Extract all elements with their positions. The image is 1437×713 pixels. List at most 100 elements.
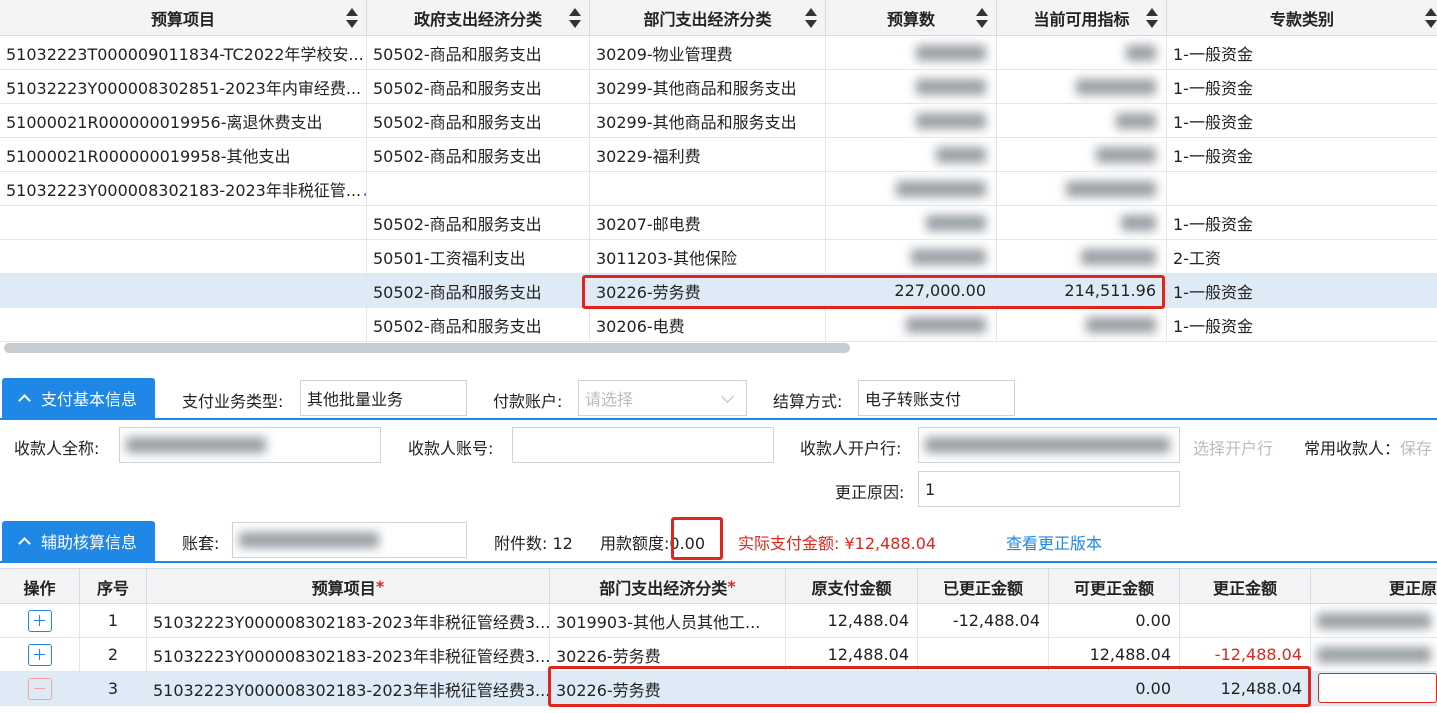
table-row[interactable]: 1 51032223Y000008302183-2023年非税征管经费3... … (0, 604, 1437, 638)
redacted-value (1126, 44, 1156, 61)
col-header-fund-type[interactable]: 专款类别 (1167, 0, 1437, 36)
cell-action (0, 638, 80, 671)
section-divider (0, 418, 1437, 420)
cell-index: 2 (80, 638, 147, 671)
cell-available (997, 138, 1167, 171)
cell-fund-type: 1-一般资金 (1173, 44, 1253, 64)
col-header-correction-reason: 更正原 (1388, 578, 1437, 598)
cell-project: 51032223Y000008302851-2023年内审经费... (0, 70, 367, 103)
payee-name-field[interactable] (119, 427, 381, 463)
chevron-down-icon (721, 390, 734, 403)
label-settle-method: 结算方式: (773, 392, 843, 411)
col-header-project[interactable]: 预算项目 (0, 0, 367, 36)
cell-project: 51000021R000000019956-离退休费支出 (0, 104, 367, 137)
table-row-selected[interactable]: 3 51032223Y000008302183-2023年非税征管经费3... … (0, 672, 1437, 706)
col-header-budget[interactable]: 预算数 (826, 0, 997, 36)
table-row[interactable]: 51000021R000000019958-其他支出 50502-商品和服务支出… (0, 138, 1437, 172)
settle-method-field[interactable]: 电子转账支付 (858, 380, 1015, 416)
select-bank-link[interactable]: 选择开户行 (1193, 435, 1273, 459)
cell-correctable-amount: 12,488.04 (1049, 638, 1180, 671)
cell-correction-amount[interactable]: 12,488.04 (1180, 672, 1311, 705)
ledger-field[interactable] (232, 522, 467, 558)
table-row[interactable]: 50501-工资福利支出 3011203-其他保险 2-工资 (0, 240, 1437, 274)
tab-pay-basic-info[interactable]: 支付基本信息 (2, 378, 155, 418)
sort-icon[interactable] (1425, 8, 1437, 28)
horizontal-scrollbar[interactable] (4, 343, 850, 353)
table-row[interactable]: 51032223Y000008302851-2023年内审经费... 50502… (0, 70, 1437, 104)
cell-project: 51032223T000009011834-TC2022年学校安... (0, 36, 367, 69)
cell-orig-amount: 12,488.04 (786, 638, 918, 671)
cell-fund-type: 1-一般资金 (1173, 282, 1253, 302)
label-correction-reason: 更正原因: (835, 483, 905, 502)
table-row[interactable]: 51032223T000009011834-TC2022年学校安... 5050… (0, 36, 1437, 70)
cell-available (997, 172, 1167, 205)
view-versions-link[interactable]: 查看更正版本 (1006, 530, 1102, 554)
label-payee-name: 收款人全称: (14, 439, 100, 458)
redacted-value (916, 44, 986, 61)
cell-available (997, 104, 1167, 137)
col-header-dept-class[interactable]: 部门支出经济分类 (590, 0, 826, 36)
sort-icon[interactable] (569, 8, 581, 28)
redacted-value (1317, 612, 1431, 629)
cell-dept-class: 3011203-其他保险 (590, 240, 826, 273)
cell-budget (826, 308, 997, 341)
pay-account-select[interactable]: 请选择 (578, 380, 747, 416)
redacted-value (925, 437, 1170, 453)
col-header-action: 操作 (0, 569, 80, 604)
payee-bank-field[interactable] (918, 427, 1180, 463)
cell-budget (826, 138, 997, 171)
sort-icon[interactable] (346, 8, 358, 28)
biz-type-field[interactable]: 其他批量业务 (300, 380, 467, 416)
attachment-count: 附件数: 12 (494, 534, 573, 553)
cell-budget: 227,000.00 (826, 274, 997, 307)
cell-correction-reason (1311, 604, 1437, 637)
cell-gov-class: 50501-工资福利支出 (367, 240, 590, 273)
cell-dept-class (590, 172, 826, 205)
table-row[interactable]: 50502-商品和服务支出 30206-电费 1-一般资金 (0, 308, 1437, 342)
table-row[interactable]: 2 51032223Y000008302183-2023年非税征管经费3... … (0, 638, 1437, 672)
redacted-value (1116, 112, 1156, 129)
cell-gov-class: 50502-商品和服务支出 (367, 308, 590, 341)
sort-icon[interactable] (805, 8, 817, 28)
table-group-row[interactable]: 51032223Y000008302183-2023年非税征管... (0, 172, 1437, 206)
sort-icon[interactable] (1146, 8, 1158, 28)
cell-available (997, 36, 1167, 69)
add-row-icon[interactable] (27, 609, 52, 632)
cell-available (997, 308, 1167, 341)
tab-aux-accounting-info[interactable]: 辅助核算信息 (2, 521, 155, 561)
cell-dept-class: 30207-邮电费 (590, 206, 826, 239)
col-header-available[interactable]: 当前可用指标 (997, 0, 1167, 36)
cell-project: 51032223Y000008302183-2023年非税征管经费3... (147, 638, 550, 671)
cell-budget (826, 104, 997, 137)
col-header-project: 预算项目 * (147, 569, 550, 604)
cell-project: 51000021R000000019958-其他支出 (0, 138, 367, 171)
sort-icon[interactable] (976, 8, 988, 28)
add-row-icon[interactable] (27, 643, 52, 666)
redacted-value (926, 214, 986, 231)
label-payee-account: 收款人账号: (408, 439, 494, 458)
cell-project: 51032223Y000008302183-2023年非税征管经费3... (147, 604, 550, 637)
correction-reason-input[interactable] (1318, 673, 1437, 703)
cell-correction-amount (1180, 604, 1311, 637)
redacted-value (916, 78, 986, 95)
save-common-payee-link[interactable]: 保存 (1400, 439, 1432, 458)
cell-available: 214,511.96 (997, 274, 1167, 307)
remove-row-icon[interactable] (27, 677, 52, 700)
col-header-gov-class[interactable]: 政府支出经济分类 (367, 0, 590, 36)
table-row[interactable]: 51000021R000000019956-离退休费支出 50502-商品和服务… (0, 104, 1437, 138)
redacted-value (896, 180, 986, 197)
payee-account-field[interactable] (512, 427, 774, 463)
redacted-value (936, 146, 986, 163)
redacted-value (239, 532, 379, 548)
table-row[interactable]: 50502-商品和服务支出 30207-邮电费 1-一般资金 (0, 206, 1437, 240)
correction-reason-field[interactable]: 1 (918, 471, 1180, 507)
redacted-value (1066, 180, 1156, 197)
cell-fund-type (1167, 172, 1437, 205)
table-row-selected[interactable]: 50502-商品和服务支出 30226-劳务费 227,000.00 214,5… (0, 274, 1437, 308)
cell-orig-amount (786, 672, 918, 705)
correction-table-header: 操作 序号 预算项目 * 部门支出经济分类 * 原支付金额 已更正金额 可更正金额 … (0, 568, 1437, 604)
cell-available (997, 206, 1167, 239)
label-common-payee: 常用收款人： (1304, 439, 1401, 458)
label-ledger: 账套: (182, 534, 220, 553)
cell-correctable-amount: 0.00 (1049, 672, 1180, 705)
